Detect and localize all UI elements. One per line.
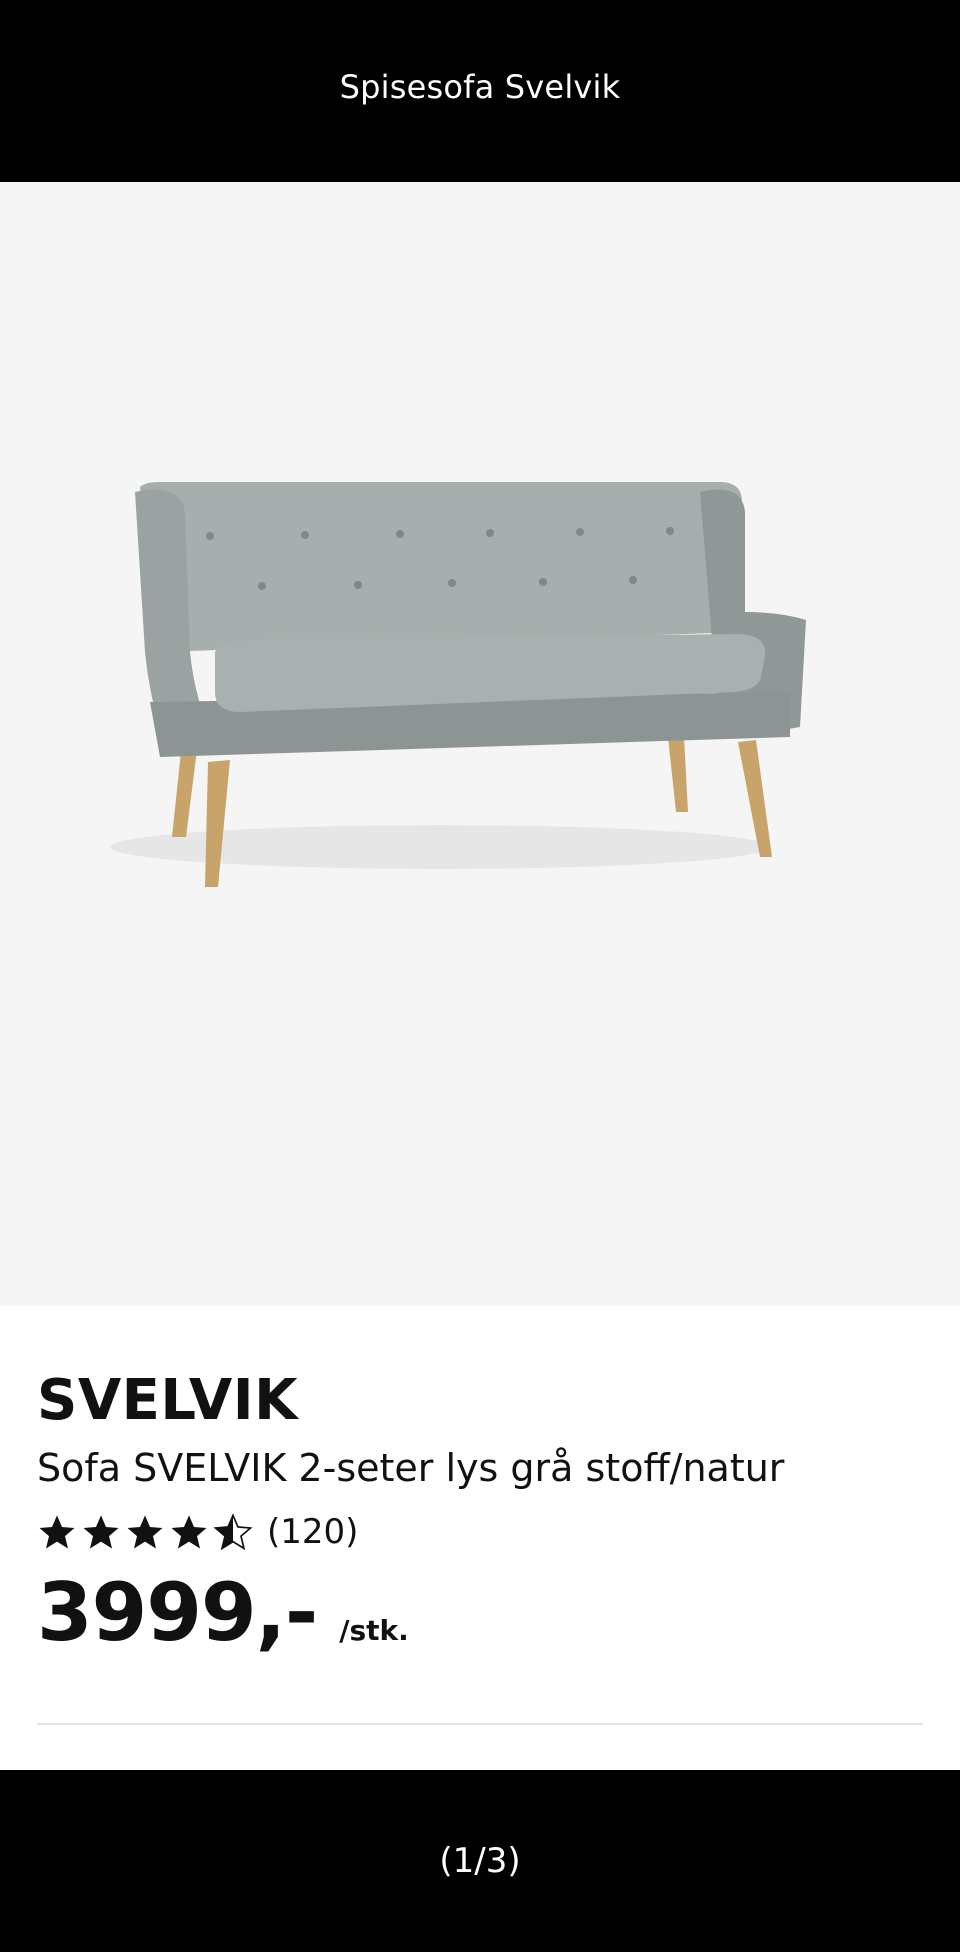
half-star-icon: [213, 1513, 253, 1551]
star-icon: [127, 1515, 163, 1549]
product-price: 3999,- /stk.: [37, 1566, 409, 1659]
product-info: SVELVIK Sofa SVELVIK 2-seter lys grå sto…: [0, 1306, 960, 1770]
rating-stars: [37, 1512, 253, 1552]
product-brand: SVELVIK: [37, 1368, 298, 1433]
product-description: Sofa SVELVIK 2-seter lys grå stoff/natur: [37, 1446, 785, 1490]
star-icon: [39, 1515, 75, 1549]
price-value: 3999,-: [37, 1566, 318, 1659]
product-rating[interactable]: (120): [37, 1512, 358, 1552]
image-counter: (1/3): [439, 1841, 521, 1881]
rating-count[interactable]: (120): [267, 1512, 358, 1552]
header-bar: Spisesofa Svelvik: [0, 0, 960, 182]
price-unit: /stk.: [339, 1614, 409, 1647]
product-image[interactable]: [0, 182, 960, 1306]
footer-bar: (1/3): [0, 1770, 960, 1952]
page-title: Spisesofa Svelvik: [339, 68, 621, 106]
star-icon: [83, 1515, 119, 1549]
divider: [37, 1723, 923, 1725]
star-icon: [171, 1515, 207, 1549]
product-image-gallery[interactable]: [0, 182, 960, 1306]
